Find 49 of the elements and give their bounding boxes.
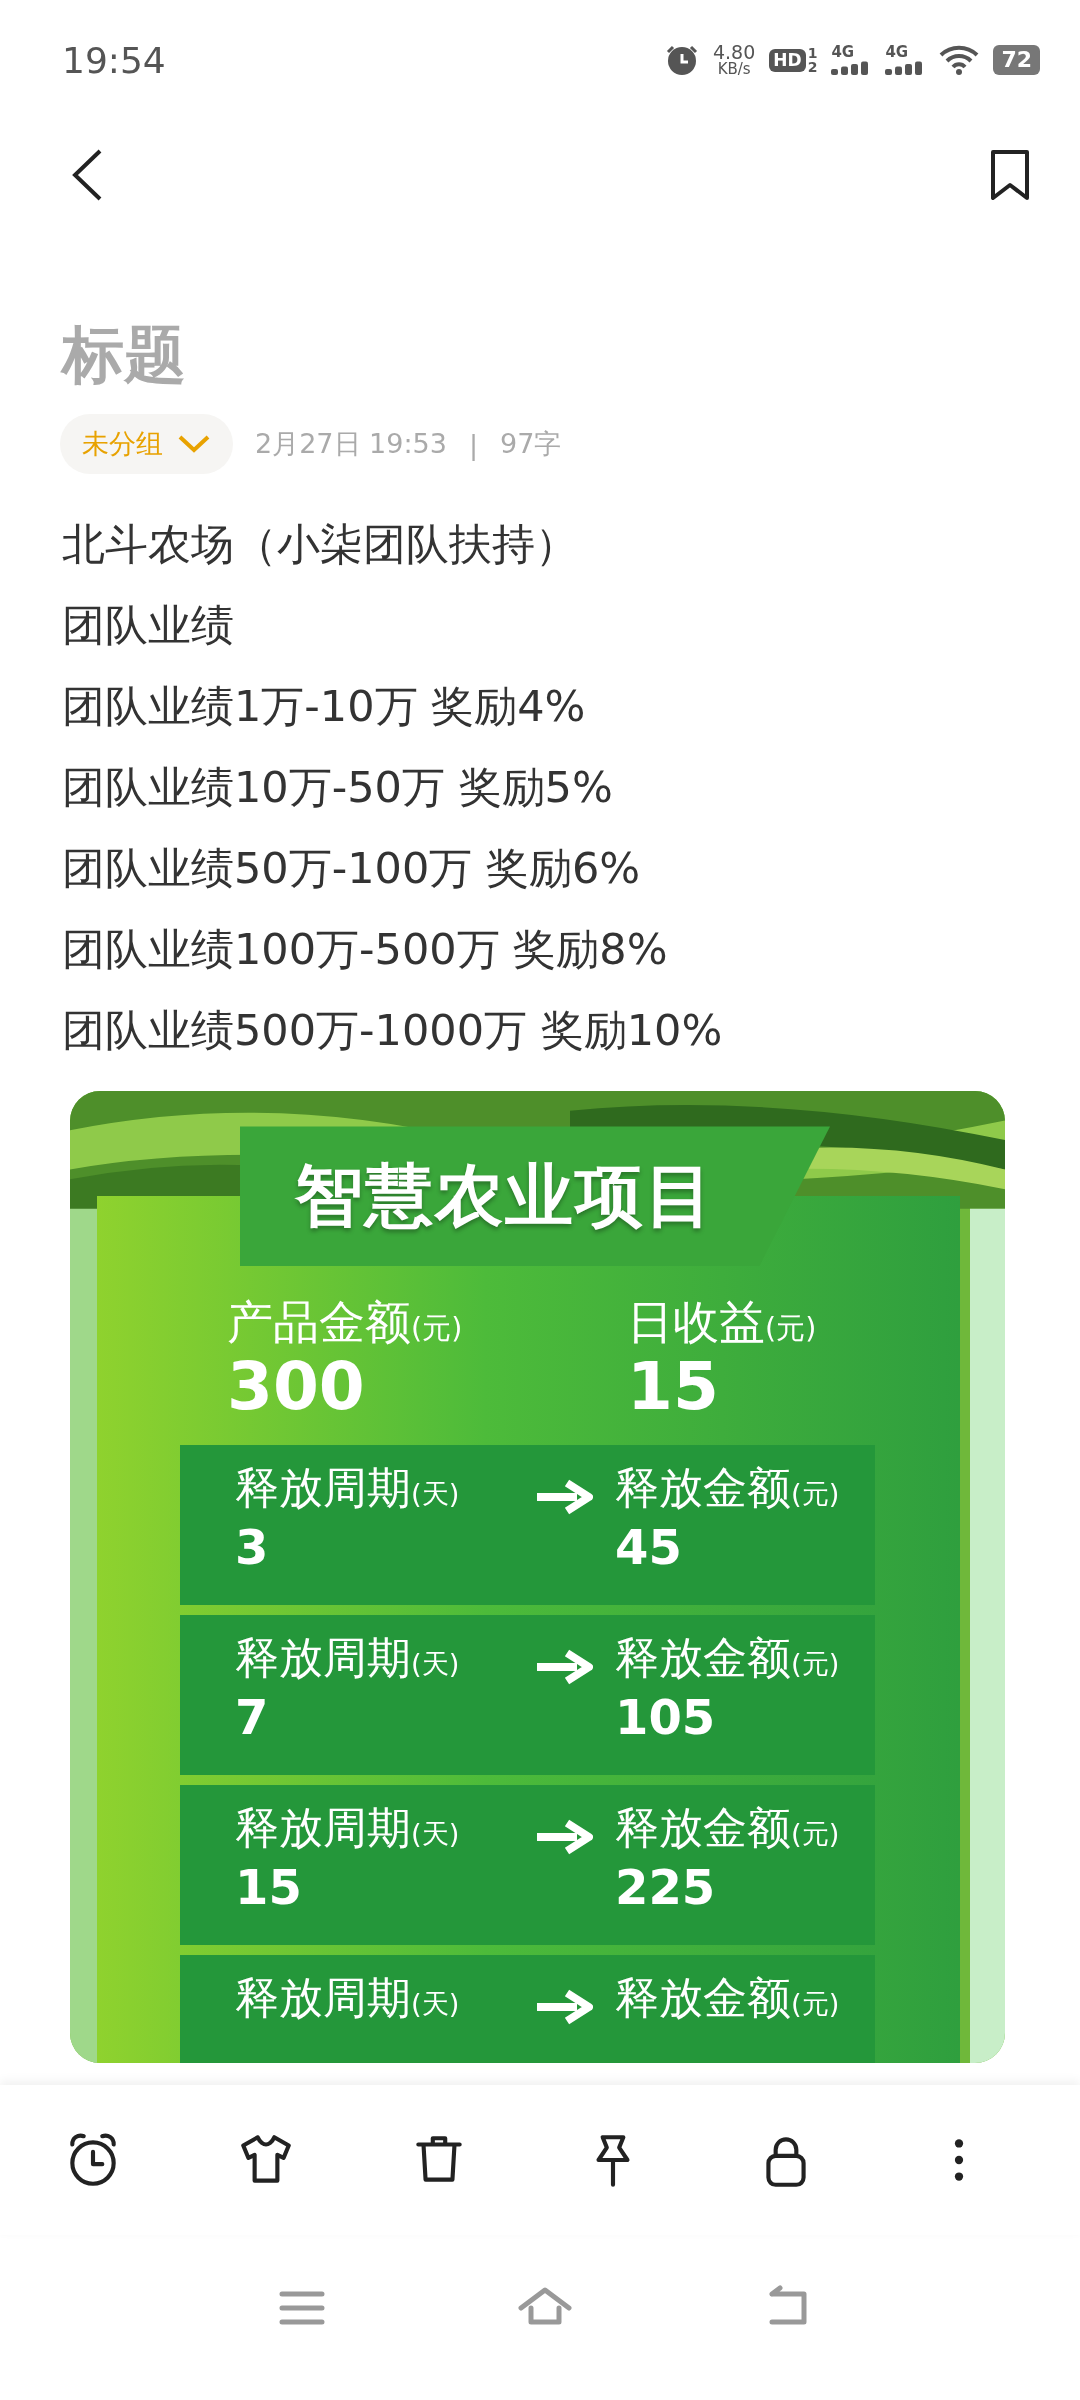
word-count: 97字: [500, 427, 562, 462]
note-date: 2月27日 19:53: [255, 427, 447, 462]
period-value: 7: [235, 1689, 270, 1745]
arrow-icon: [535, 1649, 593, 1686]
stat-value: 300: [227, 1349, 366, 1426]
speed-unit: KB/s: [717, 62, 751, 77]
period-value: 15: [235, 1859, 303, 1915]
bookmark-button[interactable]: [990, 149, 1030, 201]
status-time: 19:54: [62, 39, 166, 81]
period-label: 释放周期(天): [235, 1803, 461, 1854]
network-type: 4G: [885, 45, 909, 60]
amount-label: 释放金额(元): [615, 1973, 841, 2024]
period-value: 3: [235, 1519, 270, 1575]
alarm-icon: [664, 43, 699, 77]
meta-separator: |: [468, 428, 479, 460]
period-label: 释放周期(天): [235, 1973, 461, 2024]
stat-label: 日收益(元): [627, 1296, 818, 1350]
amount-label: 释放金额(元): [615, 1463, 841, 1514]
group-dropdown[interactable]: 未分组: [60, 414, 233, 475]
amount-value: 105: [615, 1689, 717, 1745]
note-line: 团队业绩: [62, 599, 235, 653]
banner-title: 智慧农业项目: [240, 1126, 830, 1267]
hd-badge: HD: [769, 48, 806, 72]
network-type: 4G: [831, 45, 855, 60]
note-line: 团队业绩10万-50万 奖励5%: [62, 761, 614, 815]
note-title[interactable]: 标题: [0, 230, 1080, 393]
sim-slot-number: 1: [807, 46, 818, 60]
stat-label: 产品金额(元): [227, 1296, 464, 1350]
back-button[interactable]: [70, 148, 104, 202]
battery-indicator: 72: [993, 44, 1040, 76]
amount-label: 释放金额(元): [615, 1633, 841, 1684]
period-label: 释放周期(天): [235, 1633, 461, 1684]
note-line: 团队业绩50万-100万 奖励6%: [62, 842, 642, 896]
period-label: 释放周期(天): [235, 1463, 461, 1514]
stat-value: 15: [627, 1349, 720, 1426]
arrow-icon: [535, 1479, 593, 1516]
note-line: 团队业绩500万-1000万 奖励10%: [62, 1004, 724, 1058]
note-line: 北斗农场（小柒团队扶持）: [62, 518, 579, 572]
wifi-icon: [939, 44, 980, 76]
amount-label: 释放金额(元): [615, 1803, 841, 1854]
network-speed: 4.80: [712, 43, 756, 62]
amount-value: 45: [615, 1519, 683, 1575]
arrow-icon: [535, 1819, 593, 1856]
chevron-down-icon: [177, 434, 211, 455]
note-line: 团队业绩100万-500万 奖励8%: [62, 923, 669, 977]
arrow-icon: [535, 1989, 593, 2026]
amount-value: 225: [615, 1859, 717, 1915]
note-line: 团队业绩1万-10万 奖励4%: [62, 680, 587, 734]
sim-slot-number: 2: [807, 60, 818, 74]
